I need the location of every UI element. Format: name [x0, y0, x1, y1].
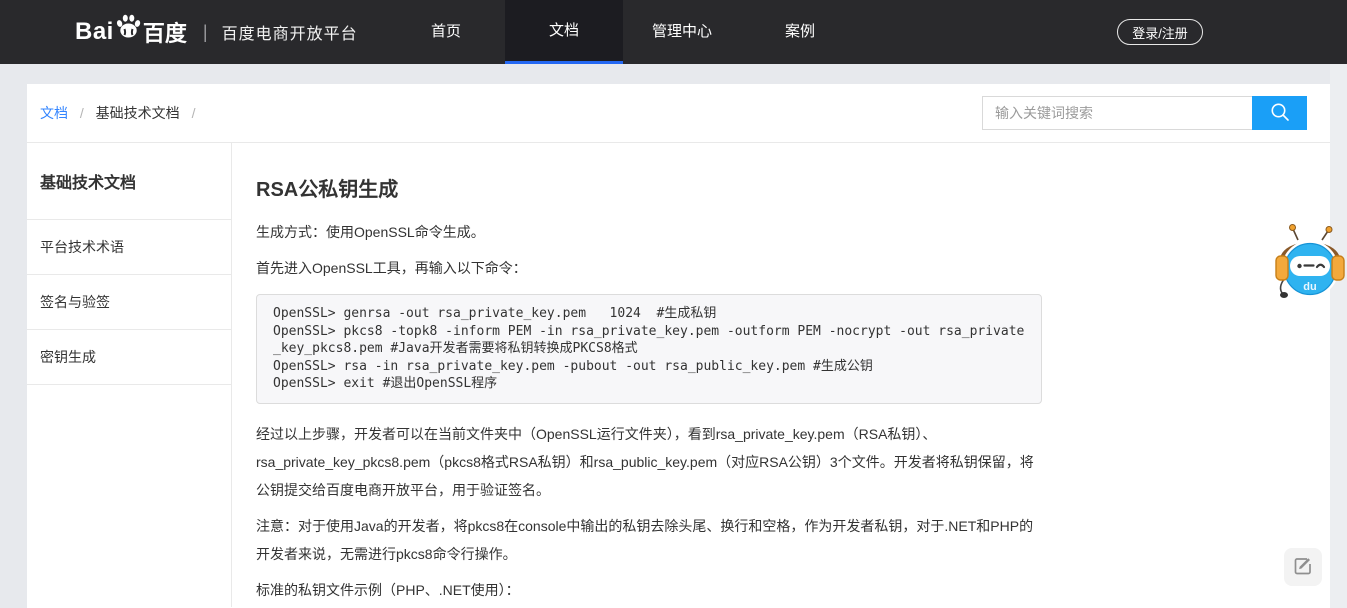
search-box	[982, 96, 1307, 130]
baidu-paw-icon	[115, 13, 142, 45]
sidebar-item-key-generation[interactable]: 密钥生成	[27, 330, 231, 385]
paragraph-key-example-label: 标准的私钥文件示例（PHP、.NET使用）：	[256, 576, 1042, 604]
breadcrumb-row: 文档 / 基础技术文档 /	[27, 84, 1330, 143]
sidebar: 基础技术文档 平台技术术语 签名与验签 密钥生成	[27, 143, 232, 607]
sidebar-item-sign-verify[interactable]: 签名与验签	[27, 275, 231, 330]
breadcrumb-separator: /	[192, 105, 196, 121]
baidu-logo[interactable]: Bai 百度 | 百度电商开放平台	[75, 16, 358, 48]
code-block-openssl-commands: OpenSSL> genrsa -out rsa_private_key.pem…	[256, 294, 1042, 404]
breadcrumb-separator: /	[80, 105, 84, 121]
nav-tab-docs[interactable]: 文档	[505, 0, 623, 64]
mascot-du-label: du	[1303, 281, 1316, 293]
logo-divider: |	[203, 22, 208, 43]
nav-tab-console[interactable]: 管理中心	[623, 0, 741, 64]
search-input[interactable]	[982, 96, 1252, 130]
login-register-button[interactable]: 登录/注册	[1117, 19, 1203, 45]
sidebar-item-platform-terms[interactable]: 平台技术术语	[27, 220, 231, 275]
paragraph-generation-method: 生成方式：使用OpenSSL命令生成。	[256, 218, 1042, 246]
search-button[interactable]	[1252, 96, 1307, 130]
paragraph-steps-result: 经过以上步骤，开发者可以在当前文件夹中（OpenSSL运行文件夹），看到rsa_…	[256, 420, 1042, 504]
breadcrumb-current: 基础技术文档	[96, 105, 180, 121]
nav-tab-home[interactable]: 首页	[387, 0, 505, 64]
body-row: 基础技术文档 平台技术术语 签名与验签 密钥生成 RSA公私钥生成 生成方式：使…	[27, 143, 1330, 607]
top-navbar: Bai 百度 | 百度电商开放平台 首页 文档 管理中心 案例 登录/注册	[0, 0, 1347, 64]
content-card: 文档 / 基础技术文档 / 基础技术文	[27, 84, 1330, 608]
doc-content: RSA公私钥生成 生成方式：使用OpenSSL命令生成。 首先进入OpenSSL…	[232, 143, 1330, 607]
scrollbar-track[interactable]	[1330, 64, 1347, 608]
edit-icon	[1293, 556, 1313, 579]
breadcrumb-link-docs[interactable]: 文档	[40, 105, 68, 121]
nav-tab-cases[interactable]: 案例	[741, 0, 859, 64]
feedback-edit-button[interactable]	[1284, 548, 1322, 586]
logo-text-bai: Bai	[75, 18, 114, 46]
breadcrumb: 文档 / 基础技术文档 /	[40, 103, 203, 123]
search-icon	[1269, 101, 1291, 126]
paragraph-openssl-intro: 首先进入OpenSSL工具，再输入以下命令：	[256, 254, 1042, 282]
page-body: 文档 / 基础技术文档 / 基础技术文	[0, 64, 1347, 608]
sidebar-title: 基础技术文档	[27, 143, 231, 220]
paragraph-java-note: 注意：对于使用Java的开发者，将pkcs8在console中输出的私钥去除头尾…	[256, 512, 1042, 568]
customer-service-robot[interactable]: du	[1275, 222, 1345, 308]
site-name: 百度电商开放平台	[222, 20, 358, 44]
logo-text-cn: 百度	[143, 16, 187, 48]
main-nav: 首页 文档 管理中心 案例	[387, 0, 859, 64]
page-title: RSA公私钥生成	[256, 173, 1330, 202]
